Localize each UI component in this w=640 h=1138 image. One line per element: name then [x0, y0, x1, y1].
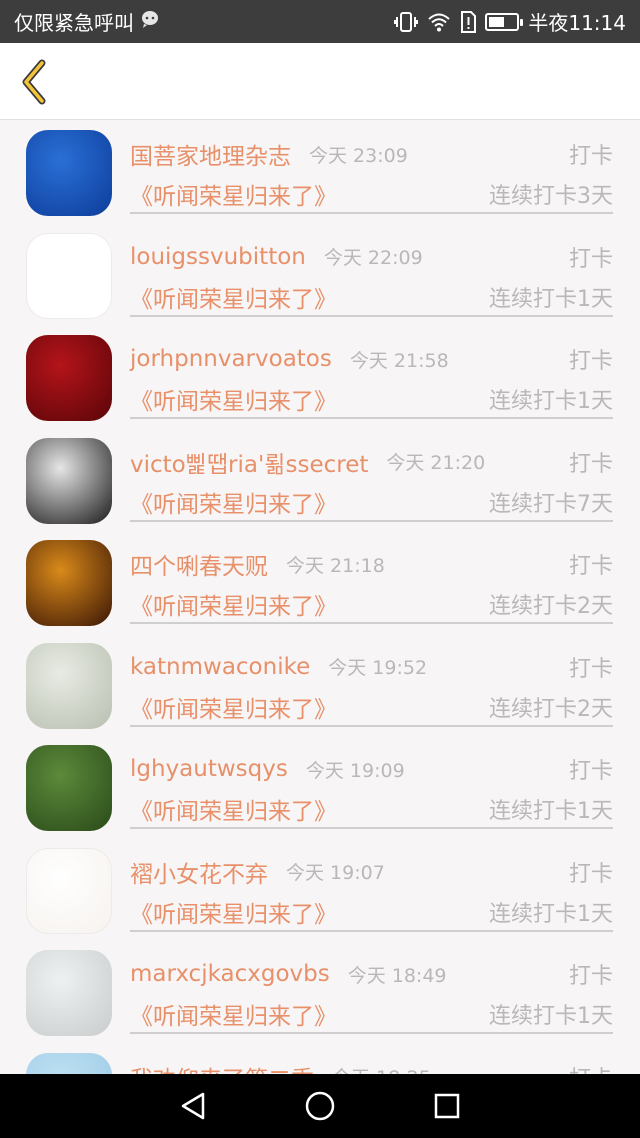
streak-label: 连续打卡1天 — [489, 799, 613, 824]
header — [0, 43, 640, 120]
list-item[interactable]: lghyautwsqys 今天 19:09 打卡 《听闻荣星归来了》 连续打卡1… — [0, 736, 640, 839]
avatar[interactable] — [26, 847, 112, 934]
avatar[interactable] — [26, 745, 112, 831]
checkin-label: 打卡 — [568, 144, 613, 169]
streak-label: 连续打卡2天 — [489, 594, 613, 619]
checkin-time: 今天 19:07 — [286, 862, 385, 884]
user-name[interactable]: louigssvubitton — [130, 244, 306, 270]
book-title[interactable]: 《听闻荣星归来了》 — [130, 690, 337, 724]
list-item[interactable]: louigssvubitton 今天 22:09 打卡 《听闻荣星归来了》 连续… — [0, 224, 640, 327]
avatar[interactable] — [26, 437, 112, 524]
streak-label: 连续打卡7天 — [489, 491, 613, 517]
streak-label: 连续打卡2天 — [489, 696, 613, 722]
vibrate-icon — [394, 11, 419, 33]
book-title[interactable]: 《听闻荣星归来了》 — [130, 895, 337, 929]
avatar[interactable] — [26, 1052, 112, 1074]
circle-home-icon — [305, 1091, 335, 1121]
back-button[interactable] — [14, 57, 54, 107]
avatar[interactable] — [26, 335, 112, 421]
book-title[interactable]: 《听闻荣星归来了》 — [130, 997, 337, 1031]
user-name[interactable]: 四个唎春天贶 — [130, 547, 268, 581]
checkin-label: 打卡 — [568, 656, 613, 682]
nav-recents-button[interactable] — [427, 1086, 467, 1126]
book-title[interactable]: 《听闻荣星归来了》 — [130, 177, 337, 211]
checkin-label: 打卡 — [568, 759, 613, 784]
checkin-time: 今天 19:52 — [328, 657, 428, 679]
chat-icon — [140, 9, 160, 34]
user-name[interactable]: katnmwaconike — [130, 654, 310, 680]
book-title[interactable]: 《听闻荣星归来了》 — [130, 792, 337, 826]
status-bar: 仅限紧急呼叫 半夜11:14 — [0, 0, 640, 43]
square-recents-icon — [434, 1093, 459, 1119]
checkin-time: 今天 18:49 — [347, 964, 447, 987]
nav-home-button[interactable] — [300, 1086, 340, 1126]
list-item[interactable]: 国菩家地理杂志 今天 23:09 打卡 《听闻荣星归来了》 连续打卡3天 — [0, 121, 640, 224]
avatar[interactable] — [26, 130, 112, 216]
user-name[interactable]: jorhpnnvarvoatos — [130, 346, 332, 372]
checkin-label: 打卡 — [568, 964, 613, 989]
checkin-time: 今天 21:20 — [386, 452, 486, 474]
nav-back-button[interactable] — [173, 1086, 213, 1126]
list-item[interactable]: marxcjkacxgovbs 今天 18:49 打卡 《听闻荣星归来了》 连续… — [0, 941, 640, 1044]
checkin-time: 今天 21:58 — [349, 349, 449, 372]
list-item[interactable]: 四个唎春天贶 今天 21:18 打卡 《听闻荣星归来了》 连续打卡2天 — [0, 531, 640, 634]
sim-alert-icon — [460, 10, 477, 33]
streak-label: 连续打卡1天 — [489, 286, 613, 312]
checkin-label: 打卡 — [568, 349, 613, 374]
book-title[interactable]: 《听闻荣星归来了》 — [130, 280, 337, 314]
carrier-text: 仅限紧急呼叫 — [14, 11, 134, 35]
checkin-time: 今天 22:09 — [323, 247, 423, 269]
triangle-back-icon — [182, 1092, 205, 1120]
checkin-label: 打卡 — [568, 246, 613, 272]
streak-label: 连续打卡3天 — [489, 184, 613, 209]
checkin-label: 打卡 — [568, 451, 613, 477]
streak-label: 连续打卡1天 — [489, 389, 613, 414]
user-name[interactable]: lghyautwsqys — [130, 756, 288, 782]
checkin-list[interactable]: 国菩家地理杂志 今天 23:09 打卡 《听闻荣星归来了》 连续打卡3天 lou… — [0, 121, 640, 1074]
avatar[interactable] — [26, 540, 112, 626]
user-name[interactable]: 我劝仰来了第二季 — [130, 1060, 314, 1075]
checkin-label: 打卡 — [568, 861, 613, 887]
checkin-time: 今天 23:09 — [309, 144, 408, 167]
avatar[interactable] — [26, 642, 112, 729]
list-item[interactable]: jorhpnnvarvoatos 今天 21:58 打卡 《听闻荣星归来了》 连… — [0, 326, 640, 429]
list-item[interactable]: victo삝땝ria'뢺ssecret 今天 21:20 打卡 《听闻荣星归来了… — [0, 429, 640, 532]
streak-label: 连续打卡1天 — [489, 901, 613, 927]
list-item[interactable]: 我劝仰来了第二季 今天 18:25 打卡 — [0, 1044, 640, 1075]
list-item[interactable]: 褶小女花不弃 今天 19:07 打卡 《听闻荣星归来了》 连续打卡1天 — [0, 839, 640, 942]
avatar[interactable] — [26, 950, 112, 1036]
clock: 半夜11:14 — [528, 11, 626, 35]
checkin-time: 今天 19:09 — [305, 759, 405, 782]
checkin-label: 打卡 — [568, 554, 613, 579]
book-title[interactable]: 《听闻荣星归来了》 — [130, 382, 337, 416]
book-title[interactable]: 《听闻荣星归来了》 — [130, 587, 337, 621]
user-name[interactable]: 褶小女花不弃 — [130, 855, 268, 889]
checkin-time: 今天 18:25 — [332, 1063, 431, 1074]
chevron-left-icon — [22, 59, 46, 105]
avatar[interactable] — [26, 232, 112, 319]
checkin-label: 打卡 — [569, 1061, 613, 1075]
checkin-time: 今天 21:18 — [286, 554, 385, 577]
battery-icon — [485, 12, 524, 31]
book-title[interactable]: 《听闻荣星归来了》 — [130, 485, 337, 519]
navigation-bar — [0, 1074, 640, 1138]
user-name[interactable]: victo삝땝ria'뢺ssecret — [130, 445, 368, 479]
user-name[interactable]: marxcjkacxgovbs — [130, 961, 330, 987]
streak-label: 连续打卡1天 — [489, 1004, 613, 1029]
wifi-icon — [427, 12, 451, 32]
list-item[interactable]: katnmwaconike 今天 19:52 打卡 《听闻荣星归来了》 连续打卡… — [0, 634, 640, 737]
user-name[interactable]: 国菩家地理杂志 — [130, 137, 291, 171]
